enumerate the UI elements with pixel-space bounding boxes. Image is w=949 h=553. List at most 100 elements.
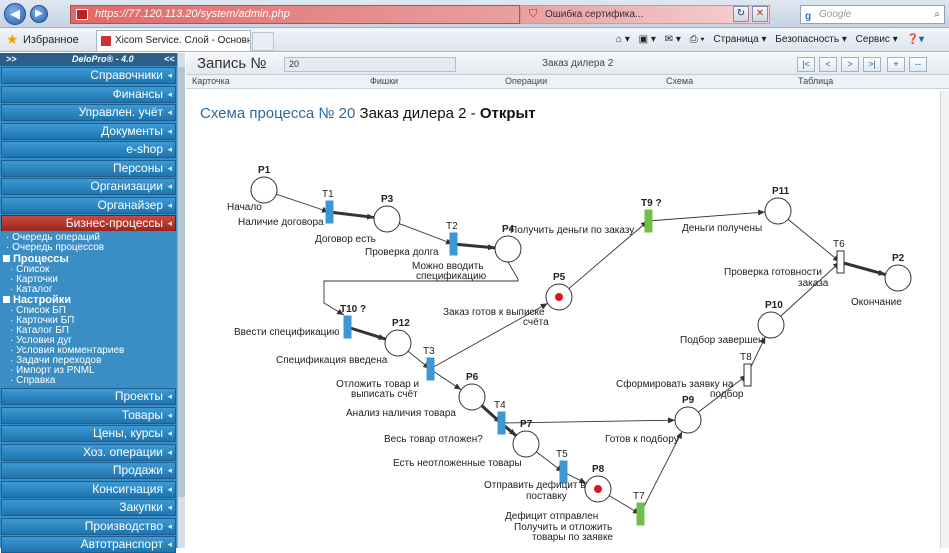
sidebar-header: >> DeloPro® - 4.0 << [0,53,185,66]
address-bar[interactable]: https://77.120.113.20/system/admin.php [70,5,520,24]
forward-icon[interactable]: ▶ [30,5,48,23]
sidebar-item-label: Продажи [112,463,163,477]
chevron-icon: ◂ [167,107,172,117]
collapse-button[interactable]: << [164,53,175,66]
sidebar-item-production[interactable]: Производство ◂ [1,517,176,535]
place-p7[interactable] [512,430,540,458]
transition-t2[interactable] [449,232,458,256]
sidebar-submenu: · Очередь операций · Очередь процессов П… [1,231,176,387]
sidebar-item-label: Справочники [90,68,163,82]
arc [429,368,462,391]
submenu-settings[interactable]: Настройки [3,295,71,306]
chevron-icon: ◂ [167,446,172,457]
browser-tab[interactable]: Xicom Service. Слой - Основн... [96,30,251,51]
sidebar-item-documents[interactable]: Документы ◂ [1,122,176,140]
place-p6[interactable] [458,383,486,411]
print-icon[interactable]: ⎙ ▾ [690,34,705,45]
diagram-labels: Начало Наличие договора Договор есть Провер… [227,202,902,543]
place-label: P8 [592,464,605,475]
main-scrollbar[interactable] [940,91,949,548]
diagram-label: Проверка готовности [724,267,822,278]
transition-t7[interactable] [636,502,645,526]
favorites-bar: ★ Избранное Xicom Service. Слой - Основн… [0,28,949,52]
sidebar-item-eshop[interactable]: e-shop ◂ [1,141,176,158]
sidebar-item-management[interactable]: Управлен. учёт ◂ [1,104,176,121]
sidebar-item-transport[interactable]: Автотранспорт ◂ [1,536,176,553]
stop-icon[interactable]: ✕ [752,6,768,22]
place-label: P11 [772,186,790,197]
sidebar-item-sales[interactable]: Продажи ◂ [1,462,176,479]
chevron-icon: ◂ [167,88,172,99]
shield-warning-icon: ⛉ [529,8,538,20]
help-icon[interactable]: ❓▾ [907,34,924,45]
search-input[interactable]: g Google ⌕ [800,5,945,24]
sidebar-item-operations[interactable]: Хоз. операции ◂ [1,443,176,461]
sidebar-item-prices[interactable]: Цены, курсы ◂ [1,425,176,442]
arc [647,209,766,222]
sidebar-item-business-processes[interactable]: Бизнес-процессы ◂ [1,215,176,232]
sidebar-item-label: Товары [121,407,163,422]
place-p3[interactable] [373,205,401,233]
transition-t4[interactable] [497,411,506,435]
transition-t10[interactable] [343,315,352,339]
transition-t8[interactable] [743,363,752,387]
page-menu[interactable]: Страница ▾ [713,34,766,45]
place-label: P10 [765,300,783,311]
favorites-button[interactable]: ★ Избранное [6,32,79,48]
scroll-thumb[interactable] [178,67,185,497]
transition-t3[interactable] [426,357,435,381]
submenu-queue-proc[interactable]: · Очередь процессов [6,243,104,253]
feeds-icon[interactable]: ▣ ▾ [639,34,656,45]
arc [839,260,886,276]
search-icon[interactable]: ⌕ [934,6,940,23]
diagram-label: спецификацию [416,270,487,282]
sidebar-item-finance[interactable]: Финансы ◂ [1,85,176,103]
chevron-icon: ◂ [167,70,172,80]
diagram-label: Деньги получены [682,223,762,234]
submenu-help[interactable]: · Справка [10,376,55,386]
back-icon[interactable]: ◀ [4,3,26,25]
place-p9[interactable] [674,406,702,434]
place-p1[interactable] [250,176,278,204]
transition-t1[interactable] [325,200,334,224]
sidebar-scrollbar[interactable] [177,53,185,548]
place-p4[interactable] [494,235,522,263]
star-icon: ★ [6,31,19,47]
sidebar-item-goods[interactable]: Товары ◂ [1,406,176,424]
transition-t9[interactable] [644,209,653,233]
sidebar-item-projects[interactable]: Проекты ◂ [1,388,176,405]
diagram-label: Спецификация введена [276,354,388,366]
service-menu[interactable]: Сервис ▾ [856,34,898,45]
place-p12[interactable] [384,329,412,357]
chevron-icon: ◂ [167,181,172,191]
new-tab-button[interactable] [252,32,274,51]
transition-label: T7 [633,491,645,502]
home-icon[interactable]: ⌂ ▾ [616,34,630,45]
arc [346,325,387,341]
expand-box-icon [3,296,10,303]
app-name: DeloPro® - 4.0 [72,54,134,64]
transition-t6[interactable] [836,250,845,274]
diagram-label: товары по заявке [532,532,613,543]
sidebar-item-persons[interactable]: Персоны ◂ [1,159,176,177]
sidebar-item-consignment[interactable]: Консигнация ◂ [1,480,176,498]
security-menu[interactable]: Безопасность ▾ [775,34,847,45]
site-icon [101,36,111,46]
refresh-icon[interactable]: ↻ [733,6,749,22]
place-p2[interactable] [884,264,912,292]
diagram-label: Дефицит отправлен [505,510,598,522]
mail-icon[interactable]: ✉ ▾ [665,34,681,45]
sidebar-item-directories[interactable]: Справочники ◂ [1,67,176,84]
sidebar-item-purchases[interactable]: Закупки ◂ [1,499,176,516]
expand-button[interactable]: >> [6,53,17,66]
sidebar-item-label: Цены, курсы [92,426,163,440]
sidebar-item-organizer[interactable]: Органайзер ◂ [1,196,176,214]
sidebar-item-label: Консигнация [92,481,163,496]
place-p11[interactable] [764,197,792,225]
sidebar-item-label: Органайзер [97,197,163,212]
diagram-label: Получить деньги по заказу [510,225,634,236]
submenu-processes[interactable]: Процессы [3,254,69,265]
transition-label: T3 [423,346,435,357]
sidebar-item-organizations[interactable]: Организации ◂ [1,178,176,195]
chevron-icon: ◂ [167,125,172,136]
